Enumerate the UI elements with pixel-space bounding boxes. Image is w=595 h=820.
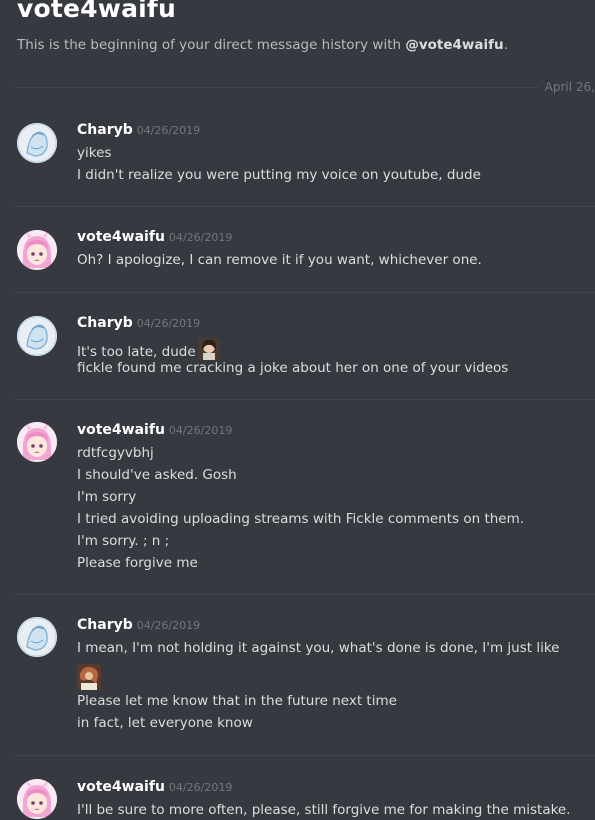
- message-line: I'm sorry. ; n ;: [77, 533, 170, 549]
- author-name[interactable]: Charyb: [77, 122, 133, 138]
- message-line: Please forgive me: [77, 555, 198, 571]
- message-line: It's too late, dude: [77, 338, 220, 360]
- author-name[interactable]: vote4waifu: [77, 779, 165, 795]
- author-name[interactable]: Charyb: [77, 315, 133, 331]
- message-separator: [14, 594, 595, 595]
- message-line: I'll be sure to more often, please, stil…: [77, 802, 571, 818]
- message-line: yikes: [77, 145, 112, 161]
- channel-title: vote4waifu: [17, 0, 176, 23]
- message-line: I mean, I'm not holding it against you, …: [77, 640, 560, 656]
- message-author[interactable]: vote4waifu 04/26/2019: [77, 779, 232, 795]
- message-timestamp: 04/26/2019: [168, 781, 233, 794]
- author-name[interactable]: vote4waifu: [77, 422, 165, 438]
- message-line: I should've asked. Gosh: [77, 467, 237, 483]
- date-divider: [14, 87, 595, 88]
- charyb-avatar[interactable]: [17, 316, 57, 356]
- message-timestamp: 04/26/2019: [136, 124, 201, 137]
- intro-handle[interactable]: @vote4waifu: [405, 37, 503, 53]
- message-author[interactable]: Charyb 04/26/2019: [77, 315, 200, 331]
- custom-emote-icon[interactable]: [197, 338, 220, 360]
- vote4waifu-avatar[interactable]: [17, 230, 57, 270]
- message-line: I didn't realize you were putting my voi…: [77, 167, 481, 183]
- channel-intro: This is the beginning of your direct mes…: [17, 37, 508, 53]
- message-separator: [14, 399, 595, 400]
- intro-suffix: .: [503, 37, 508, 53]
- message-timestamp: 04/26/2019: [168, 231, 233, 244]
- charyb-avatar[interactable]: [17, 617, 57, 657]
- vote4waifu-avatar[interactable]: [17, 422, 57, 462]
- message-line: I'm sorry: [77, 489, 137, 505]
- message-timestamp: 04/26/2019: [168, 424, 233, 437]
- message-line: fickle found me cracking a joke about he…: [77, 360, 509, 376]
- author-name[interactable]: vote4waifu: [77, 229, 165, 245]
- message-line: Please let me know that in the future ne…: [77, 693, 397, 709]
- date-divider-label: April 26,: [538, 80, 595, 94]
- message-emote-line: [77, 664, 101, 690]
- message-author[interactable]: vote4waifu 04/26/2019: [77, 422, 232, 438]
- message-line: rdtfcgyvbhj: [77, 445, 154, 461]
- vote4waifu-avatar[interactable]: [17, 779, 57, 819]
- intro-prefix: This is the beginning of your direct mes…: [17, 37, 406, 53]
- message-line: Oh? I apologize, I can remove it if you …: [77, 252, 482, 268]
- message-timestamp: 04/26/2019: [136, 619, 201, 632]
- message-separator: [14, 292, 595, 293]
- custom-emote-icon[interactable]: [77, 664, 101, 690]
- message-author[interactable]: vote4waifu 04/26/2019: [77, 229, 232, 245]
- message-line: in fact, let everyone know: [77, 715, 253, 731]
- author-name[interactable]: Charyb: [77, 617, 133, 633]
- message-timestamp: 04/26/2019: [136, 317, 201, 330]
- message-line: I tried avoiding uploading streams with …: [77, 511, 525, 527]
- message-separator: [14, 755, 595, 756]
- message-text: It's too late, dude: [77, 344, 196, 360]
- charyb-avatar[interactable]: [17, 123, 57, 163]
- message-author[interactable]: Charyb 04/26/2019: [77, 122, 200, 138]
- message-author[interactable]: Charyb 04/26/2019: [77, 617, 200, 633]
- dm-channel: vote4waifu This is the beginning of your…: [0, 0, 595, 820]
- message-separator: [14, 206, 595, 207]
